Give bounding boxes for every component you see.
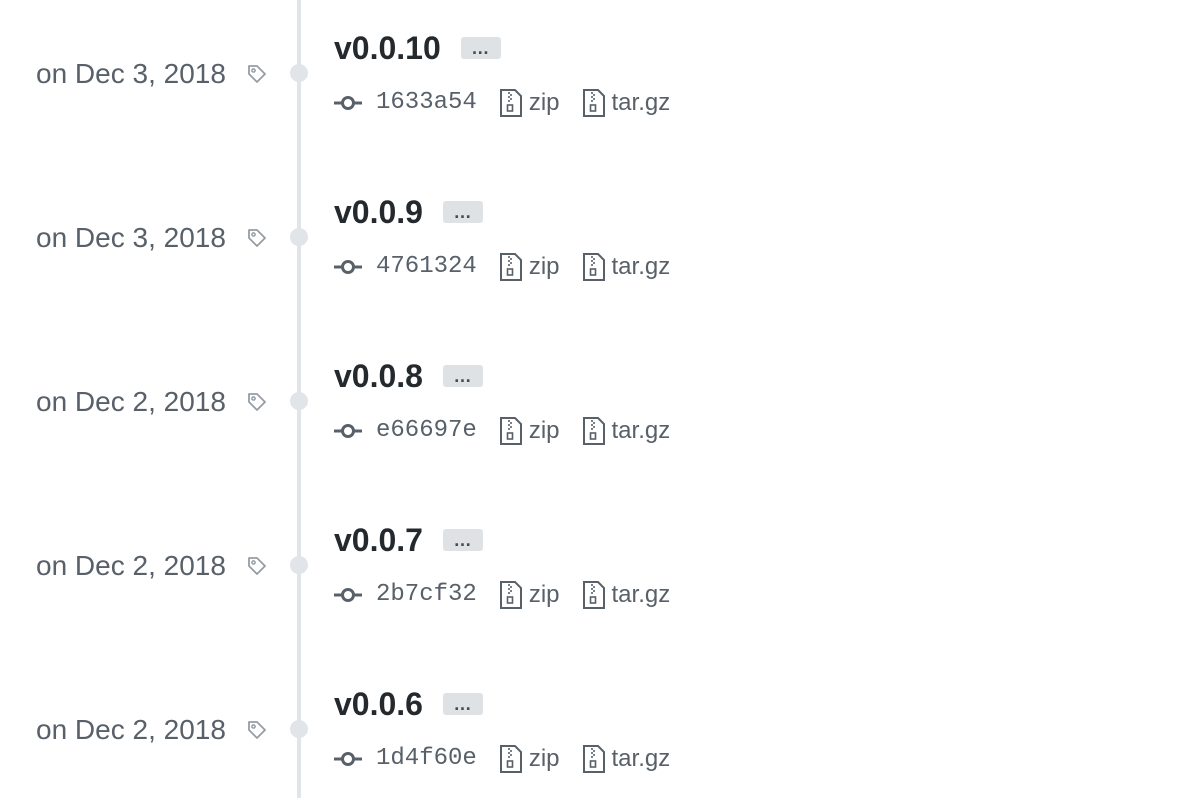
targz-label: tar.gz <box>611 89 671 116</box>
timeline-dot <box>290 556 308 574</box>
targz-label: tar.gz <box>611 417 671 444</box>
targz-label: tar.gz <box>611 745 671 772</box>
release-version-link[interactable]: v0.0.7 <box>334 520 423 560</box>
release-meta-row: 1633a54 zip tar.gz <box>334 88 692 118</box>
commit-sha-link[interactable]: 2b7cf32 <box>376 580 477 610</box>
release-version-link[interactable]: v0.0.10 <box>334 28 441 68</box>
release-more-button[interactable]: … <box>442 201 483 223</box>
file-zip-icon <box>582 745 605 773</box>
zip-label: zip <box>528 581 560 608</box>
targz-download-link[interactable]: tar.gz <box>582 744 671 774</box>
release-item: on Dec 2, 2018 v0.0.8 … e66697e zip tar.… <box>0 328 1198 492</box>
timeline-dot <box>290 720 308 738</box>
release-version-link[interactable]: v0.0.8 <box>334 356 423 396</box>
zip-download-link[interactable]: zip <box>499 416 560 446</box>
release-more-button[interactable]: … <box>442 529 483 551</box>
release-title-row: v0.0.10 … <box>334 28 501 68</box>
targz-download-link[interactable]: tar.gz <box>582 580 671 610</box>
zip-label: zip <box>528 417 560 444</box>
release-more-button[interactable]: … <box>442 693 483 715</box>
file-zip-icon <box>499 89 522 117</box>
release-meta-row: 2b7cf32 zip tar.gz <box>334 580 692 610</box>
file-zip-icon <box>582 417 605 445</box>
release-meta-row: e66697e zip tar.gz <box>334 416 692 446</box>
release-meta-row: 1d4f60e zip tar.gz <box>334 744 692 774</box>
release-more-button[interactable]: … <box>442 365 483 387</box>
targz-download-link[interactable]: tar.gz <box>582 252 671 282</box>
timeline-dot <box>290 64 308 82</box>
zip-download-link[interactable]: zip <box>499 252 560 282</box>
release-version-link[interactable]: v0.0.9 <box>334 192 423 232</box>
targz-label: tar.gz <box>611 581 671 608</box>
file-zip-icon <box>499 745 522 773</box>
release-item: on Dec 3, 2018 v0.0.10 … 1633a54 zip tar… <box>0 0 1198 164</box>
release-more-button[interactable]: … <box>460 37 501 59</box>
tag-icon <box>248 557 266 575</box>
targz-download-link[interactable]: tar.gz <box>582 416 671 446</box>
file-zip-icon <box>582 89 605 117</box>
zip-label: zip <box>528 745 560 772</box>
timeline-dot <box>290 228 308 246</box>
zip-download-link[interactable]: zip <box>499 580 560 610</box>
zip-label: zip <box>528 253 560 280</box>
commit-sha-link[interactable]: 1d4f60e <box>376 744 477 774</box>
commit-sha-link[interactable]: 4761324 <box>376 252 477 282</box>
release-item: on Dec 2, 2018 v0.0.7 … 2b7cf32 zip tar.… <box>0 492 1198 656</box>
release-item: on Dec 3, 2018 v0.0.9 … 4761324 zip tar.… <box>0 164 1198 328</box>
release-date: on Dec 3, 2018 <box>36 222 226 253</box>
tag-icon <box>248 721 266 739</box>
zip-download-link[interactable]: zip <box>499 88 560 118</box>
tag-icon <box>248 229 266 247</box>
file-zip-icon <box>582 253 605 281</box>
file-zip-icon <box>582 581 605 609</box>
release-date: on Dec 3, 2018 <box>36 58 226 89</box>
releases-timeline: on Dec 3, 2018 v0.0.10 … 1633a54 zip tar… <box>0 0 1198 798</box>
file-zip-icon <box>499 581 522 609</box>
release-title-row: v0.0.9 … <box>334 192 483 232</box>
git-commit-icon <box>334 96 362 110</box>
git-commit-icon <box>334 260 362 274</box>
release-date: on Dec 2, 2018 <box>36 550 226 581</box>
file-zip-icon <box>499 253 522 281</box>
targz-download-link[interactable]: tar.gz <box>582 88 671 118</box>
release-date: on Dec 2, 2018 <box>36 714 226 745</box>
git-commit-icon <box>334 752 362 766</box>
release-item: on Dec 2, 2018 v0.0.6 … 1d4f60e zip tar.… <box>0 656 1198 798</box>
release-title-row: v0.0.6 … <box>334 684 483 724</box>
tag-icon <box>248 65 266 83</box>
commit-sha-link[interactable]: e66697e <box>376 416 477 446</box>
commit-sha-link[interactable]: 1633a54 <box>376 88 477 118</box>
zip-download-link[interactable]: zip <box>499 744 560 774</box>
release-title-row: v0.0.8 … <box>334 356 483 396</box>
release-date: on Dec 2, 2018 <box>36 386 226 417</box>
timeline-dot <box>290 392 308 410</box>
release-title-row: v0.0.7 … <box>334 520 483 560</box>
git-commit-icon <box>334 424 362 438</box>
release-meta-row: 4761324 zip tar.gz <box>334 252 692 282</box>
tag-icon <box>248 393 266 411</box>
file-zip-icon <box>499 417 522 445</box>
targz-label: tar.gz <box>611 253 671 280</box>
release-version-link[interactable]: v0.0.6 <box>334 684 423 724</box>
git-commit-icon <box>334 588 362 602</box>
zip-label: zip <box>528 89 560 116</box>
